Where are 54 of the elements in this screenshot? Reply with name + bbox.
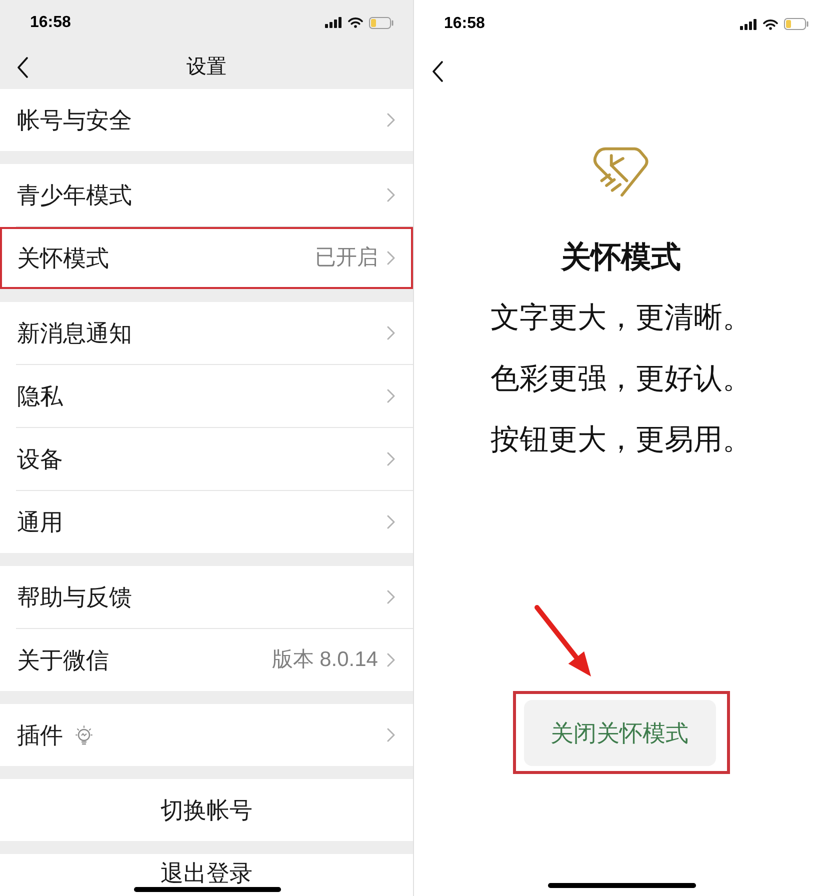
chevron-right-icon — [387, 326, 395, 340]
settings-row[interactable]: 插件 — [0, 704, 413, 766]
settings-row[interactable]: 帮助与反馈 — [0, 566, 413, 628]
row-label: 关怀模式 — [17, 244, 109, 272]
row-label: 插件 — [17, 721, 63, 749]
signal-icon — [740, 18, 757, 30]
feature-line: 色彩更强，更好认。 — [490, 362, 752, 397]
settings-row[interactable]: 切换帐号 — [0, 779, 413, 841]
heart-hand-icon — [592, 145, 650, 199]
back-icon[interactable] — [432, 60, 443, 82]
settings-row[interactable]: 退出登录 — [0, 854, 413, 896]
row-value: 已开启 — [315, 245, 378, 271]
battery-icon — [784, 18, 809, 30]
lightbulb-icon — [75, 725, 93, 745]
chevron-right-icon — [387, 515, 395, 529]
status-time: 16:58 — [444, 16, 485, 32]
back-icon[interactable] — [17, 56, 28, 78]
close-care-mode-button[interactable]: 关闭关怀模式 — [524, 700, 716, 766]
settings-row[interactable]: 隐私 — [0, 365, 413, 427]
settings-row[interactable]: 关于微信 版本 8.0.14 — [0, 629, 413, 691]
nav-title: 设置 — [186, 57, 226, 78]
row-label: 隐私 — [17, 382, 63, 410]
row-label: 帮助与反馈 — [17, 583, 132, 611]
settings-row[interactable]: 关怀模式 已开启 — [0, 227, 413, 289]
row-label: 设备 — [17, 445, 63, 473]
settings-row[interactable]: 帐号与安全 — [0, 89, 413, 151]
chevron-right-icon — [387, 389, 395, 403]
row-value: 版本 8.0.14 — [272, 647, 378, 673]
row-label: 新消息通知 — [17, 319, 132, 347]
chevron-right-icon — [387, 251, 395, 265]
battery-icon — [369, 16, 394, 29]
settings-row[interactable]: 新消息通知 — [0, 302, 413, 364]
settings-row[interactable]: 通用 — [0, 491, 413, 553]
wifi-icon — [763, 18, 778, 30]
chevron-right-icon — [387, 653, 395, 667]
status-time: 16:58 — [30, 14, 71, 31]
row-label: 关于微信 — [17, 646, 109, 674]
chevron-right-icon — [387, 590, 395, 604]
chevron-right-icon — [387, 188, 395, 202]
row-label: 帐号与安全 — [17, 106, 132, 134]
screen-title: 关怀模式 — [561, 240, 681, 276]
row-label: 青少年模式 — [17, 181, 132, 209]
chevron-right-icon — [387, 113, 395, 127]
wifi-icon — [348, 17, 363, 28]
row-label: 切换帐号 — [160, 796, 252, 824]
feature-line: 按钮更大，更易用。 — [490, 423, 752, 458]
signal-icon — [325, 17, 342, 28]
chevron-right-icon — [387, 452, 395, 466]
feature-line: 文字更大，更清晰。 — [490, 301, 752, 336]
row-label: 通用 — [17, 508, 63, 536]
row-label: 退出登录 — [160, 859, 252, 887]
settings-row[interactable]: 青少年模式 — [0, 164, 413, 226]
chevron-right-icon — [387, 728, 395, 742]
settings-row[interactable]: 设备 — [0, 428, 413, 490]
